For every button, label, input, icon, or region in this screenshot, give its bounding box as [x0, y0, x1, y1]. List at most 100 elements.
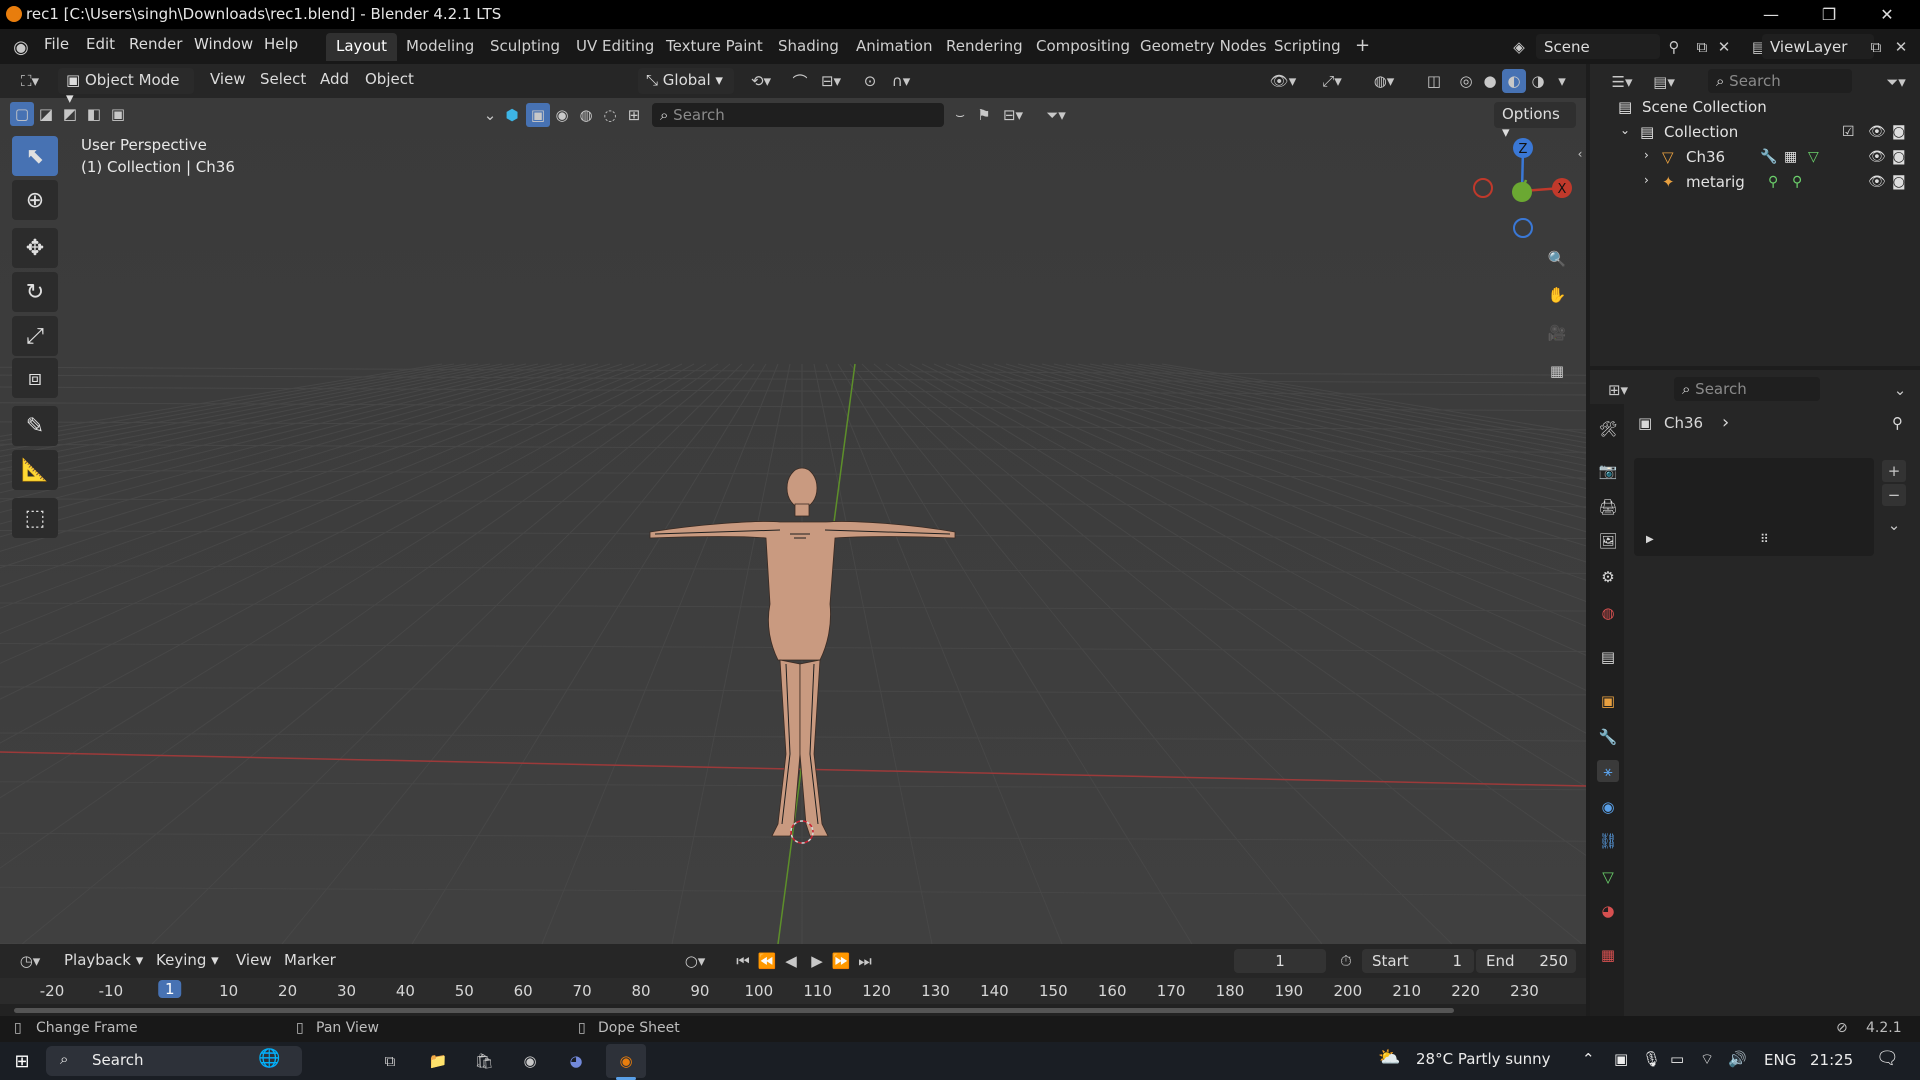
- chevron-right-icon[interactable]: ›: [1644, 173, 1649, 187]
- jump-end-icon[interactable]: ⏭: [854, 949, 876, 973]
- output-tab-icon[interactable]: 🖨: [1597, 496, 1619, 518]
- gizmo-toggle-icon[interactable]: ⤢▾: [1310, 69, 1354, 93]
- outliner-row-metarig[interactable]: › ✦ metarig ⚲ ⚲ 👁 ◙: [1590, 171, 1920, 195]
- visibility-icon[interactable]: 👁▾: [1264, 69, 1302, 93]
- expand-triangle-icon[interactable]: ▶: [1646, 534, 1654, 545]
- tab-modeling[interactable]: Modeling: [396, 33, 484, 61]
- menu-render[interactable]: Render: [129, 35, 182, 53]
- properties-search-input[interactable]: ⌕ Search: [1674, 377, 1820, 401]
- filter-object-types-icon[interactable]: ⬢: [500, 103, 524, 127]
- restrict-viewport-icon[interactable]: ◉: [550, 103, 574, 127]
- add-item-button[interactable]: +: [1882, 460, 1906, 482]
- pose-icon[interactable]: ⚲: [1768, 174, 1778, 190]
- chevron-down-icon[interactable]: ⌄: [1620, 123, 1630, 137]
- mesh-data-icon[interactable]: ▽: [1808, 149, 1819, 165]
- outliner-search-input[interactable]: ⌕ Search: [1708, 69, 1852, 93]
- microsoft-store-icon[interactable]: 🛍: [470, 1048, 498, 1074]
- display-mode-icon[interactable]: ⊟▾: [996, 103, 1030, 127]
- battery-icon[interactable]: ▭: [1670, 1050, 1684, 1068]
- tab-animation[interactable]: Animation: [846, 33, 942, 61]
- tab-geometry-nodes[interactable]: Geometry Nodes: [1130, 33, 1277, 61]
- proportional-editing-icon[interactable]: ⊙: [858, 69, 882, 93]
- snap-icon[interactable]: ⌒: [786, 69, 814, 93]
- tab-layout[interactable]: Layout: [326, 33, 397, 61]
- snap-target-icon[interactable]: ⊟▾: [814, 69, 848, 93]
- tab-texture-paint[interactable]: Texture Paint: [656, 33, 773, 61]
- chevron-right-icon[interactable]: ›: [1644, 148, 1649, 162]
- restrict-select-icon[interactable]: ▣: [526, 103, 550, 127]
- display-mode-icon[interactable]: ▤▾: [1646, 70, 1682, 94]
- zoom-icon[interactable]: 🔍: [1542, 244, 1572, 274]
- tab-scripting[interactable]: Scripting: [1264, 33, 1351, 61]
- weather-label[interactable]: 28°C Partly sunny: [1416, 1050, 1550, 1068]
- outliner-row-ch36[interactable]: › ▽ Ch36 🔧 ▦ ▽ 👁 ◙: [1590, 146, 1920, 170]
- transform-tool[interactable]: ⧈: [12, 358, 58, 398]
- proportional-falloff-icon[interactable]: ∩▾: [884, 69, 918, 93]
- eye-icon[interactable]: 👁: [1868, 149, 1886, 165]
- armature-data-icon[interactable]: ⚲: [1792, 174, 1802, 190]
- outliner-row-scene-collection[interactable]: ▤ Scene Collection: [1590, 96, 1920, 120]
- language-indicator[interactable]: ENG: [1764, 1051, 1796, 1069]
- grid-view-icon[interactable]: ▦: [1542, 356, 1572, 386]
- file-explorer-icon[interactable]: 📁: [424, 1048, 452, 1074]
- menu-marker[interactable]: Marker: [284, 951, 336, 969]
- clock-time[interactable]: 21:25: [1810, 1051, 1853, 1069]
- vertex-groups-list[interactable]: ▶ ⠿: [1634, 458, 1874, 556]
- cursor-tool[interactable]: ⊕: [12, 180, 58, 220]
- restrict-render-icon[interactable]: ◍: [574, 103, 598, 127]
- viewport-search-input[interactable]: ⌕ Search: [652, 103, 944, 127]
- rotate-tool[interactable]: ↻: [12, 272, 58, 312]
- tab-uv-editing[interactable]: UV Editing: [566, 33, 664, 61]
- mode-dropdown[interactable]: ▣ Object Mode ▾: [58, 68, 194, 107]
- material-preview-shading-icon[interactable]: ◐: [1502, 69, 1526, 93]
- select-intersect-icon[interactable]: ▣: [106, 102, 130, 126]
- vertex-groups-icon[interactable]: ▦: [1784, 149, 1797, 165]
- select-new-icon[interactable]: ▢: [10, 102, 34, 126]
- menu-window[interactable]: Window: [194, 35, 253, 53]
- current-frame-field[interactable]: 1: [1234, 949, 1326, 973]
- filter-icon[interactable]: ⏷▾: [1036, 103, 1076, 127]
- menu-edit[interactable]: Edit: [86, 35, 115, 53]
- tab-shading[interactable]: Shading: [768, 33, 849, 61]
- modifier-wrench-icon[interactable]: 🔧: [1760, 149, 1777, 165]
- menu-playback[interactable]: Playback ▾: [64, 951, 143, 969]
- weather-icon[interactable]: ⛅: [1378, 1047, 1400, 1068]
- world-tab-icon[interactable]: ◍: [1597, 602, 1619, 624]
- timeline-ruler[interactable]: -20 -10 1 10 20 30 40 50 60 70 80 90 100 110 120 130 140…: [0, 978, 1586, 1004]
- outliner-filter-icon[interactable]: ⏷▾: [1878, 70, 1914, 94]
- delete-view-layer-icon[interactable]: ✕: [1890, 35, 1912, 59]
- end-frame-field[interactable]: End 250: [1476, 949, 1576, 973]
- rendered-shading-icon[interactable]: ◑: [1526, 69, 1550, 93]
- wifi-icon[interactable]: ⌔: [1700, 1050, 1714, 1069]
- new-scene-icon[interactable]: ⧉: [1690, 35, 1714, 59]
- menu-add[interactable]: Add: [320, 70, 349, 88]
- playhead-frame-indicator[interactable]: 1: [158, 980, 182, 998]
- scale-tool[interactable]: ⤢: [12, 316, 58, 356]
- menu-keying[interactable]: Keying ▾: [156, 951, 219, 969]
- texture-tab-icon[interactable]: ▦: [1597, 944, 1619, 966]
- modifier-tab-icon[interactable]: 🔧: [1597, 726, 1619, 748]
- notifications-icon[interactable]: 🗨: [1876, 1048, 1899, 1069]
- transform-orientation-dropdown[interactable]: ⤡ Global ▾: [638, 68, 734, 94]
- measure-tool[interactable]: 📐: [12, 450, 58, 490]
- chevron-up-icon[interactable]: ⌃: [1582, 1050, 1595, 1068]
- add-cube-tool[interactable]: ⬚: [12, 498, 58, 538]
- jump-start-icon[interactable]: ⏮: [732, 949, 754, 973]
- xray-toggle-icon[interactable]: ◫: [1422, 69, 1446, 93]
- blender-taskbar-icon[interactable]: ◉: [606, 1044, 646, 1078]
- pan-hand-icon[interactable]: ✋: [1542, 280, 1572, 310]
- pin-icon[interactable]: ⚲: [1892, 414, 1903, 432]
- scene-selector-icon[interactable]: ◈: [1504, 35, 1534, 59]
- sidebar-toggle-icon[interactable]: ‹: [1574, 144, 1586, 164]
- stopwatch-icon[interactable]: ⏱: [1334, 949, 1358, 973]
- object-tab-icon[interactable]: ▣: [1597, 690, 1619, 712]
- material-tab-icon[interactable]: ◕: [1597, 900, 1619, 922]
- outliner-editor-type-icon[interactable]: ☰▾: [1604, 70, 1640, 94]
- select-box-tool[interactable]: ⬉: [12, 136, 58, 176]
- timeline-scroll-thumb[interactable]: [14, 1008, 1454, 1013]
- timeline-scrollbar[interactable]: [0, 1004, 1586, 1016]
- collection-tab-icon[interactable]: ▤: [1597, 646, 1619, 668]
- restrict-holdout-icon[interactable]: ◌: [598, 103, 622, 127]
- tab-compositing[interactable]: Compositing: [1026, 33, 1140, 61]
- auto-keying-icon[interactable]: ○▾: [676, 949, 714, 973]
